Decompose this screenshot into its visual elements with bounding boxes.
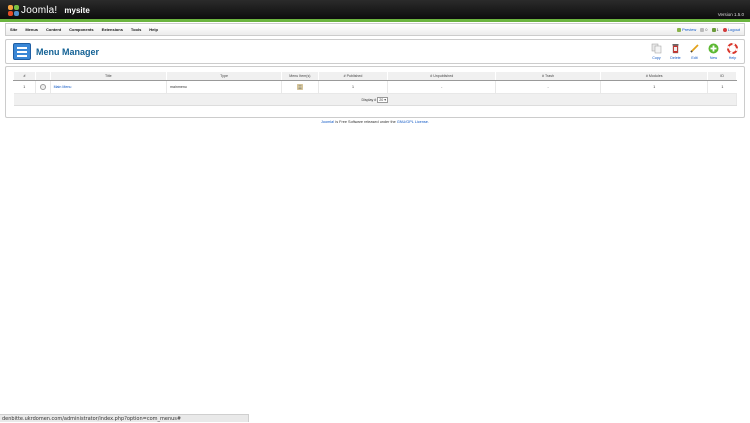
display-label: Display #: [361, 97, 377, 102]
preview-link[interactable]: Preview: [677, 27, 696, 32]
users-icon: [711, 27, 716, 32]
edit-label: Edit: [691, 56, 698, 60]
display-limit-value: 20: [379, 97, 384, 102]
site-name: mysite: [64, 5, 90, 15]
help-button[interactable]: Help: [725, 43, 740, 60]
logo-text: Joomla!: [21, 4, 58, 16]
menu-title-link[interactable]: Main Menu: [54, 85, 72, 89]
row-published: 1: [318, 80, 389, 94]
pagination-cell: Display # 20 ▾: [13, 93, 737, 106]
messages-link[interactable]: 0: [700, 27, 708, 32]
row-select: [35, 80, 51, 94]
display-limit-select[interactable]: 20 ▾: [377, 96, 389, 103]
users-count: 1: [716, 27, 719, 32]
help-label: Help: [728, 56, 737, 60]
copy-icon: [651, 43, 662, 54]
joomla-logo: Joomla! mysite: [8, 4, 90, 16]
menus-table: # Title Type Menu Item(s) # Published # …: [13, 71, 737, 106]
content-box: # Title Type Menu Item(s) # Published # …: [5, 66, 745, 118]
row-menu-items: [281, 80, 319, 94]
accent-bar: [0, 19, 750, 22]
col-type[interactable]: Type: [166, 71, 283, 81]
delete-button[interactable]: Delete: [668, 43, 683, 60]
header-status: Preview 0 1 Logout: [677, 24, 740, 35]
plus-icon: [708, 43, 719, 54]
row-num: 1: [13, 80, 36, 94]
joomla-logo-icon: [8, 4, 19, 16]
logout-label: Logout: [727, 27, 740, 32]
edit-button[interactable]: Edit: [687, 43, 702, 60]
preview-icon: [677, 27, 682, 32]
preview-label: Preview: [682, 27, 697, 32]
lifebuoy-icon: [727, 43, 738, 54]
col-id: ID: [707, 71, 737, 81]
logout-link[interactable]: Logout: [722, 27, 740, 32]
menu-manager-icon: [13, 43, 31, 60]
col-modules: # Modules: [600, 71, 709, 81]
row-trash: -: [495, 80, 602, 94]
menu-content[interactable]: Content: [42, 27, 65, 32]
menu-components[interactable]: Components: [65, 27, 97, 32]
pagination-row: Display # 20 ▾: [13, 93, 737, 106]
menu-extensions[interactable]: Extensions: [98, 27, 127, 32]
pencil-icon: [690, 44, 699, 53]
main-menubar: Site Menus Content Components Extensions…: [5, 23, 745, 36]
copy-label: Copy: [652, 56, 661, 60]
menu-site[interactable]: Site: [6, 27, 21, 32]
menu-menus[interactable]: Menus: [21, 27, 42, 32]
row-unpublished: -: [387, 80, 497, 94]
row-id: 1: [707, 80, 737, 94]
trash-icon: [672, 44, 679, 54]
new-label: New: [709, 56, 718, 60]
col-select: [34, 71, 51, 81]
footer-text: is Free Software released under the: [334, 120, 397, 124]
col-num: #: [13, 71, 36, 81]
menu-items: Site Menus Content Components Extensions…: [6, 24, 162, 35]
version-label: Version 1.5.0: [717, 12, 744, 17]
row-type: mainmenu: [166, 80, 283, 94]
logout-icon: [722, 27, 727, 32]
row-title: Main Menu: [50, 80, 168, 94]
col-title[interactable]: Title: [49, 71, 168, 81]
col-menu-items: Menu Item(s): [281, 71, 319, 81]
table-header-row: # Title Type Menu Item(s) # Published # …: [13, 71, 737, 81]
menu-items-icon[interactable]: [297, 83, 303, 90]
mail-icon: [700, 27, 705, 32]
copy-button[interactable]: Copy: [649, 43, 664, 60]
toolbar-box: Menu Manager Copy Delete Edit New Help: [5, 39, 745, 64]
messages-count: 0: [705, 27, 708, 32]
delete-label: Delete: [670, 56, 681, 60]
col-published: # Published: [317, 71, 389, 81]
menu-tools[interactable]: Tools: [127, 27, 145, 32]
header: Joomla! mysite Version 1.5.0: [0, 0, 750, 19]
row-radio[interactable]: [39, 83, 46, 90]
users-indicator: 1: [711, 27, 719, 32]
col-trash: # Trash: [495, 71, 602, 81]
toolbar: Copy Delete Edit New Help: [649, 43, 740, 60]
footer: Joomla! is Free Software released under …: [0, 120, 750, 124]
joomla-link[interactable]: Joomla!: [321, 120, 334, 124]
menu-help[interactable]: Help: [145, 27, 162, 32]
row-modules: 1: [600, 80, 709, 94]
page-title: Menu Manager: [36, 46, 100, 57]
browser-status-url: denbitte.ukrdomen.com/administrator/inde…: [0, 414, 249, 422]
page-heading: Menu Manager: [13, 43, 99, 60]
table-row: 1 Main Menu mainmenu 1 - - 1 1: [13, 80, 737, 94]
col-unpublished: # Unpublished: [387, 71, 497, 81]
new-button[interactable]: New: [706, 43, 721, 60]
license-link[interactable]: GNU/GPL License.: [397, 120, 429, 124]
